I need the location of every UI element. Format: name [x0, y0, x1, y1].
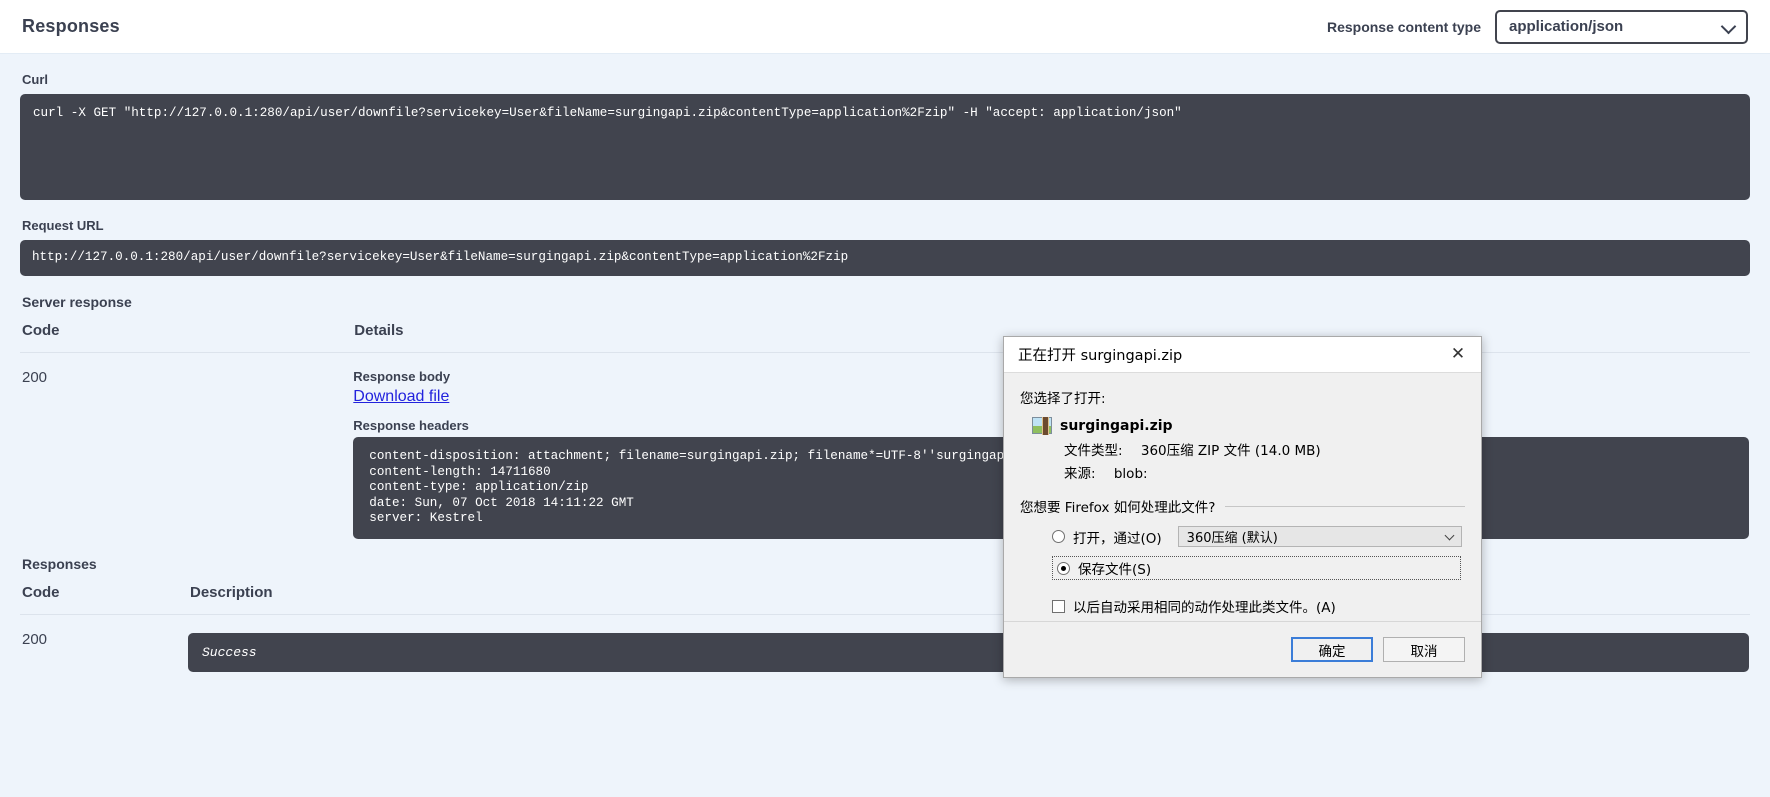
dialog-source-row: 来源: blob: [1064, 462, 1465, 482]
ok-button[interactable]: 确定 [1291, 637, 1373, 662]
dialog-intro-text: 您选择了打开: [1020, 391, 1106, 407]
column-header-description: Description [188, 583, 1750, 615]
dialog-titlebar: 正在打开 surgingapi.zip ✕ [1004, 337, 1481, 373]
server-response-title: Server response [22, 294, 132, 310]
request-url-label: Request URL [22, 218, 104, 233]
status-code-cell: 200 [22, 630, 48, 648]
remember-choice-row[interactable]: 以后自动采用相同的动作处理此类文件。(A) [1052, 596, 1465, 616]
main-content: Curl curl -X GET "http://127.0.0.1:280/a… [0, 54, 1770, 673]
cancel-button[interactable]: 取消 [1383, 637, 1465, 662]
description-cell: Success [188, 614, 1750, 673]
dialog-body: 您选择了打开: surgingapi.zip 文件类型: 360压缩 ZIP 文… [1004, 373, 1481, 616]
source-value: blob: [1113, 466, 1148, 482]
table-row: 200 Response body Download file Response… [20, 353, 1750, 540]
content-type-label: Response content type [1326, 18, 1481, 35]
download-file-link[interactable]: Download file [353, 388, 449, 406]
save-file-radio[interactable] [1057, 561, 1070, 575]
curl-label: Curl [22, 72, 48, 87]
divider [1225, 505, 1465, 507]
table-header-row: Code Details [20, 322, 1750, 353]
chevron-down-icon [1722, 20, 1736, 34]
dialog-question-row: 您想要 Firefox 如何处理此文件? [1020, 496, 1465, 516]
table-header-row: Code Description [20, 583, 1750, 615]
responses-header-bar: Responses Response content type applicat… [0, 0, 1770, 54]
table-row: 200 Success [20, 614, 1750, 673]
open-with-option-row[interactable]: 打开，通过(O) 360压缩 (默认) [1052, 526, 1465, 547]
dialog-file-row: surgingapi.zip [1032, 417, 1465, 435]
save-file-label: 保存文件(S) [1078, 562, 1152, 578]
dialog-question-text: 您想要 Firefox 如何处理此文件? [1020, 500, 1216, 516]
open-with-label: 打开，通过(O) [1073, 530, 1162, 547]
response-content-type-select[interactable]: application/json [1495, 9, 1748, 44]
status-code-cell: 200 [22, 369, 48, 386]
responses-definition-table: Code Description 200 Success [20, 583, 1750, 673]
open-with-app-select[interactable]: 360压缩 (默认) [1177, 526, 1462, 547]
page-title: Responses [22, 16, 120, 36]
open-with-app-value: 360压缩 (默认) [1186, 531, 1278, 546]
dialog-footer: 确定 取消 [1004, 621, 1481, 677]
chevron-down-icon [1445, 531, 1456, 542]
remember-choice-label: 以后自动采用相同的动作处理此类文件。(A) [1073, 600, 1336, 616]
column-header-code: Code [20, 583, 188, 615]
firefox-download-dialog: 正在打开 surgingapi.zip ✕ 您选择了打开: surgingapi… [1003, 336, 1482, 678]
dialog-title: 正在打开 surgingapi.zip [1018, 348, 1183, 364]
description-code-block: Success [188, 632, 1749, 672]
column-header-code: Code [20, 322, 353, 353]
file-type-value: 360压缩 ZIP 文件 (14.0 MB) [1140, 443, 1321, 459]
open-with-radio[interactable] [1052, 530, 1065, 543]
source-label: 来源: [1064, 466, 1096, 482]
save-file-option-row[interactable]: 保存文件(S) [1052, 554, 1465, 582]
request-url-block[interactable]: http://127.0.0.1:280/api/user/downfile?s… [20, 240, 1750, 276]
curl-command-block[interactable]: curl -X GET "http://127.0.0.1:280/api/us… [20, 94, 1750, 200]
content-type-control: Response content type application/json [1326, 9, 1748, 44]
zip-file-icon [1032, 417, 1052, 435]
responses-table-title: Responses [22, 555, 97, 572]
dialog-file-name: surgingapi.zip [1060, 417, 1173, 434]
file-type-label: 文件类型: [1064, 443, 1123, 459]
save-file-focus-ring[interactable]: 保存文件(S) [1052, 556, 1461, 580]
dialog-file-type-row: 文件类型: 360压缩 ZIP 文件 (14.0 MB) [1064, 439, 1465, 459]
close-icon[interactable]: ✕ [1445, 342, 1471, 368]
server-response-table: Code Details 200 Response body Download … [20, 322, 1750, 540]
response-content-type-value: application/json [1509, 18, 1624, 35]
remember-choice-checkbox[interactable] [1052, 599, 1065, 613]
